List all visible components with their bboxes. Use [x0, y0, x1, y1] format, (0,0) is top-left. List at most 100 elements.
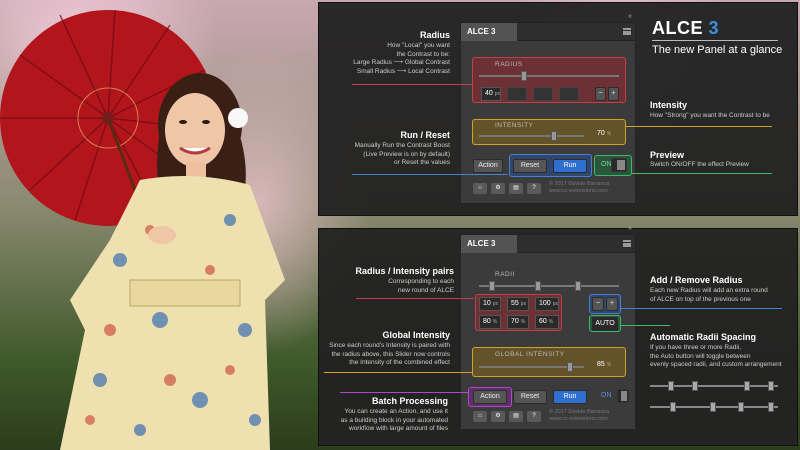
intensity-value-field[interactable]: 70%: [507, 315, 529, 329]
help-icon[interactable]: ?: [527, 183, 541, 194]
global-intensity-value: 85%: [597, 361, 611, 368]
desc-line: Manually Run the Contrast Boost: [354, 142, 450, 149]
help-icon[interactable]: ?: [527, 411, 541, 422]
desc-line: Each new Radius will add an extra round: [650, 287, 768, 294]
spacing-knob: [668, 381, 674, 391]
desc-line: Small Radius ⟶ Local Contrast: [356, 67, 450, 75]
desc-line: If you have three or more Radii,: [650, 344, 742, 351]
menu-icon[interactable]: [623, 28, 631, 35]
intensity-slider[interactable]: [479, 131, 584, 141]
auto-connector: [620, 325, 670, 326]
pairs-connector: [356, 298, 474, 299]
radii-slider[interactable]: [479, 281, 619, 291]
gear-icon[interactable]: ⚙: [491, 183, 505, 194]
add-radius-button[interactable]: +: [606, 297, 618, 311]
spacing-knob: [768, 402, 774, 412]
auto-button[interactable]: AUTO: [592, 317, 618, 331]
batch-connector: [340, 392, 468, 393]
remove-radius-button[interactable]: −: [592, 297, 604, 311]
copyright-text: © 2017 Davide Barranca www.cc-extensions.…: [549, 409, 609, 423]
radii-slider-knob[interactable]: [535, 281, 541, 291]
document-icon[interactable]: ▤: [509, 411, 523, 422]
panel-tab[interactable]: ALCE 3: [461, 23, 517, 41]
brand-version: 3: [708, 18, 720, 38]
radius-field-empty: [533, 87, 553, 101]
copyright: © 2017 Davide Barranca: [549, 409, 610, 415]
desc-line: the Auto button will toggle between: [650, 352, 751, 360]
runreset-connector: [352, 174, 508, 175]
home-icon[interactable]: ⌂: [473, 183, 487, 194]
preview-toggle[interactable]: [617, 389, 629, 403]
radius-value-field[interactable]: 40 px: [481, 87, 501, 101]
title-divider: [652, 40, 778, 41]
reset-button[interactable]: Reset: [513, 390, 547, 404]
spacing-example-custom: [650, 402, 778, 412]
radius-value-field[interactable]: 100 px: [535, 297, 559, 311]
gear-icon[interactable]: ⚙: [491, 411, 505, 422]
annotation-auto-title: Automatic Radii Spacing: [650, 332, 757, 342]
brand-subtitle: The new Panel at a glance: [652, 44, 783, 56]
desc-line: or Reset the values: [393, 159, 450, 166]
desc-line: as a building block in your automated: [340, 416, 448, 424]
intensity-value: 70%: [597, 130, 611, 137]
action-button[interactable]: Action: [473, 390, 507, 404]
intensity-value: 60: [539, 318, 547, 325]
annotation-batch-desc: You can create an Action, and use it as …: [326, 408, 448, 434]
alce-panel-multi: « ALCE 3 RADII 10 px 55 px 100 px 80% 70% 6…: [460, 225, 636, 430]
document-icon[interactable]: ▤: [509, 183, 523, 194]
run-button[interactable]: Run: [553, 159, 587, 173]
intensity-value-field[interactable]: 80%: [479, 315, 501, 329]
preview-toggle[interactable]: [611, 158, 627, 172]
remove-radius-button[interactable]: −: [595, 87, 606, 101]
annotation-preview-title: Preview: [650, 150, 685, 160]
copyright: © 2017 Davide Barranca: [549, 181, 610, 187]
desc-line: evenly spaced radii, and custom arrangem…: [650, 361, 782, 368]
annotation-runreset-desc: Manually Run the Contrast Boost (Live Pr…: [330, 142, 450, 168]
site-link[interactable]: www.cc-extensions.com: [549, 416, 609, 423]
intensity-number: 70: [597, 130, 605, 137]
intensity-label: INTENSITY: [495, 122, 534, 129]
annotation-auto-desc: If you have three or more Radii, the Aut…: [650, 344, 795, 370]
intensity-slider-knob[interactable]: [551, 131, 557, 141]
radius-value-field[interactable]: 10 px: [479, 297, 501, 311]
intensity-unit: %: [548, 319, 554, 325]
global-intensity-knob[interactable]: [567, 362, 573, 372]
action-button[interactable]: Action: [473, 159, 503, 173]
site-link[interactable]: www.cc-extensions.com: [549, 188, 609, 195]
radius-connector: [352, 84, 472, 85]
menu-icon[interactable]: [623, 240, 631, 247]
spacing-example-even: [650, 381, 778, 391]
annotation-global-desc: Since each round's Intensity is paired w…: [322, 342, 450, 368]
reset-button[interactable]: Reset: [513, 159, 547, 173]
annotation-radius-desc: How "Local" you want the Contrast to be:…: [330, 42, 450, 76]
preview-on-label: ON: [601, 161, 612, 168]
radii-slider-knob[interactable]: [575, 281, 581, 291]
preview-connector: [632, 173, 772, 174]
radius-value-field[interactable]: 55 px: [507, 297, 529, 311]
radius-slider[interactable]: [479, 71, 619, 81]
run-button[interactable]: Run: [553, 390, 587, 404]
annotation-addremove-desc: Each new Radius will add an extra round …: [650, 287, 795, 304]
spacing-knob: [670, 402, 676, 412]
intensity-connector: [626, 126, 772, 127]
annotation-runreset-title: Run / Reset: [400, 130, 450, 140]
intensity-value-field[interactable]: 60%: [535, 315, 559, 329]
preview-on-label: ON: [601, 392, 612, 399]
alce-panel-single: « ALCE 3 RADIUS 40 px − + INTENSITY 70% A…: [460, 13, 636, 204]
intensity-unit: %: [606, 131, 612, 137]
desc-line: of ALCE on top of the previous one: [650, 295, 751, 303]
collapse-icon[interactable]: «: [628, 13, 632, 20]
desc-line: Large Radius ⟶ Global Contrast: [353, 59, 450, 66]
add-radius-button[interactable]: +: [608, 87, 619, 101]
spacing-knob: [768, 381, 774, 391]
radii-slider-knob[interactable]: [489, 281, 495, 291]
annotation-radius-title: Radius: [419, 30, 450, 40]
annotation-global-title: Global Intensity: [382, 330, 450, 340]
spacing-knob: [692, 381, 698, 391]
panel-tab[interactable]: ALCE 3: [461, 235, 517, 253]
radius-label: RADIUS: [495, 61, 523, 68]
global-intensity-slider[interactable]: [479, 362, 584, 372]
radius-slider-knob[interactable]: [521, 71, 527, 81]
home-icon[interactable]: ⌂: [473, 411, 487, 422]
collapse-icon[interactable]: «: [628, 225, 632, 232]
